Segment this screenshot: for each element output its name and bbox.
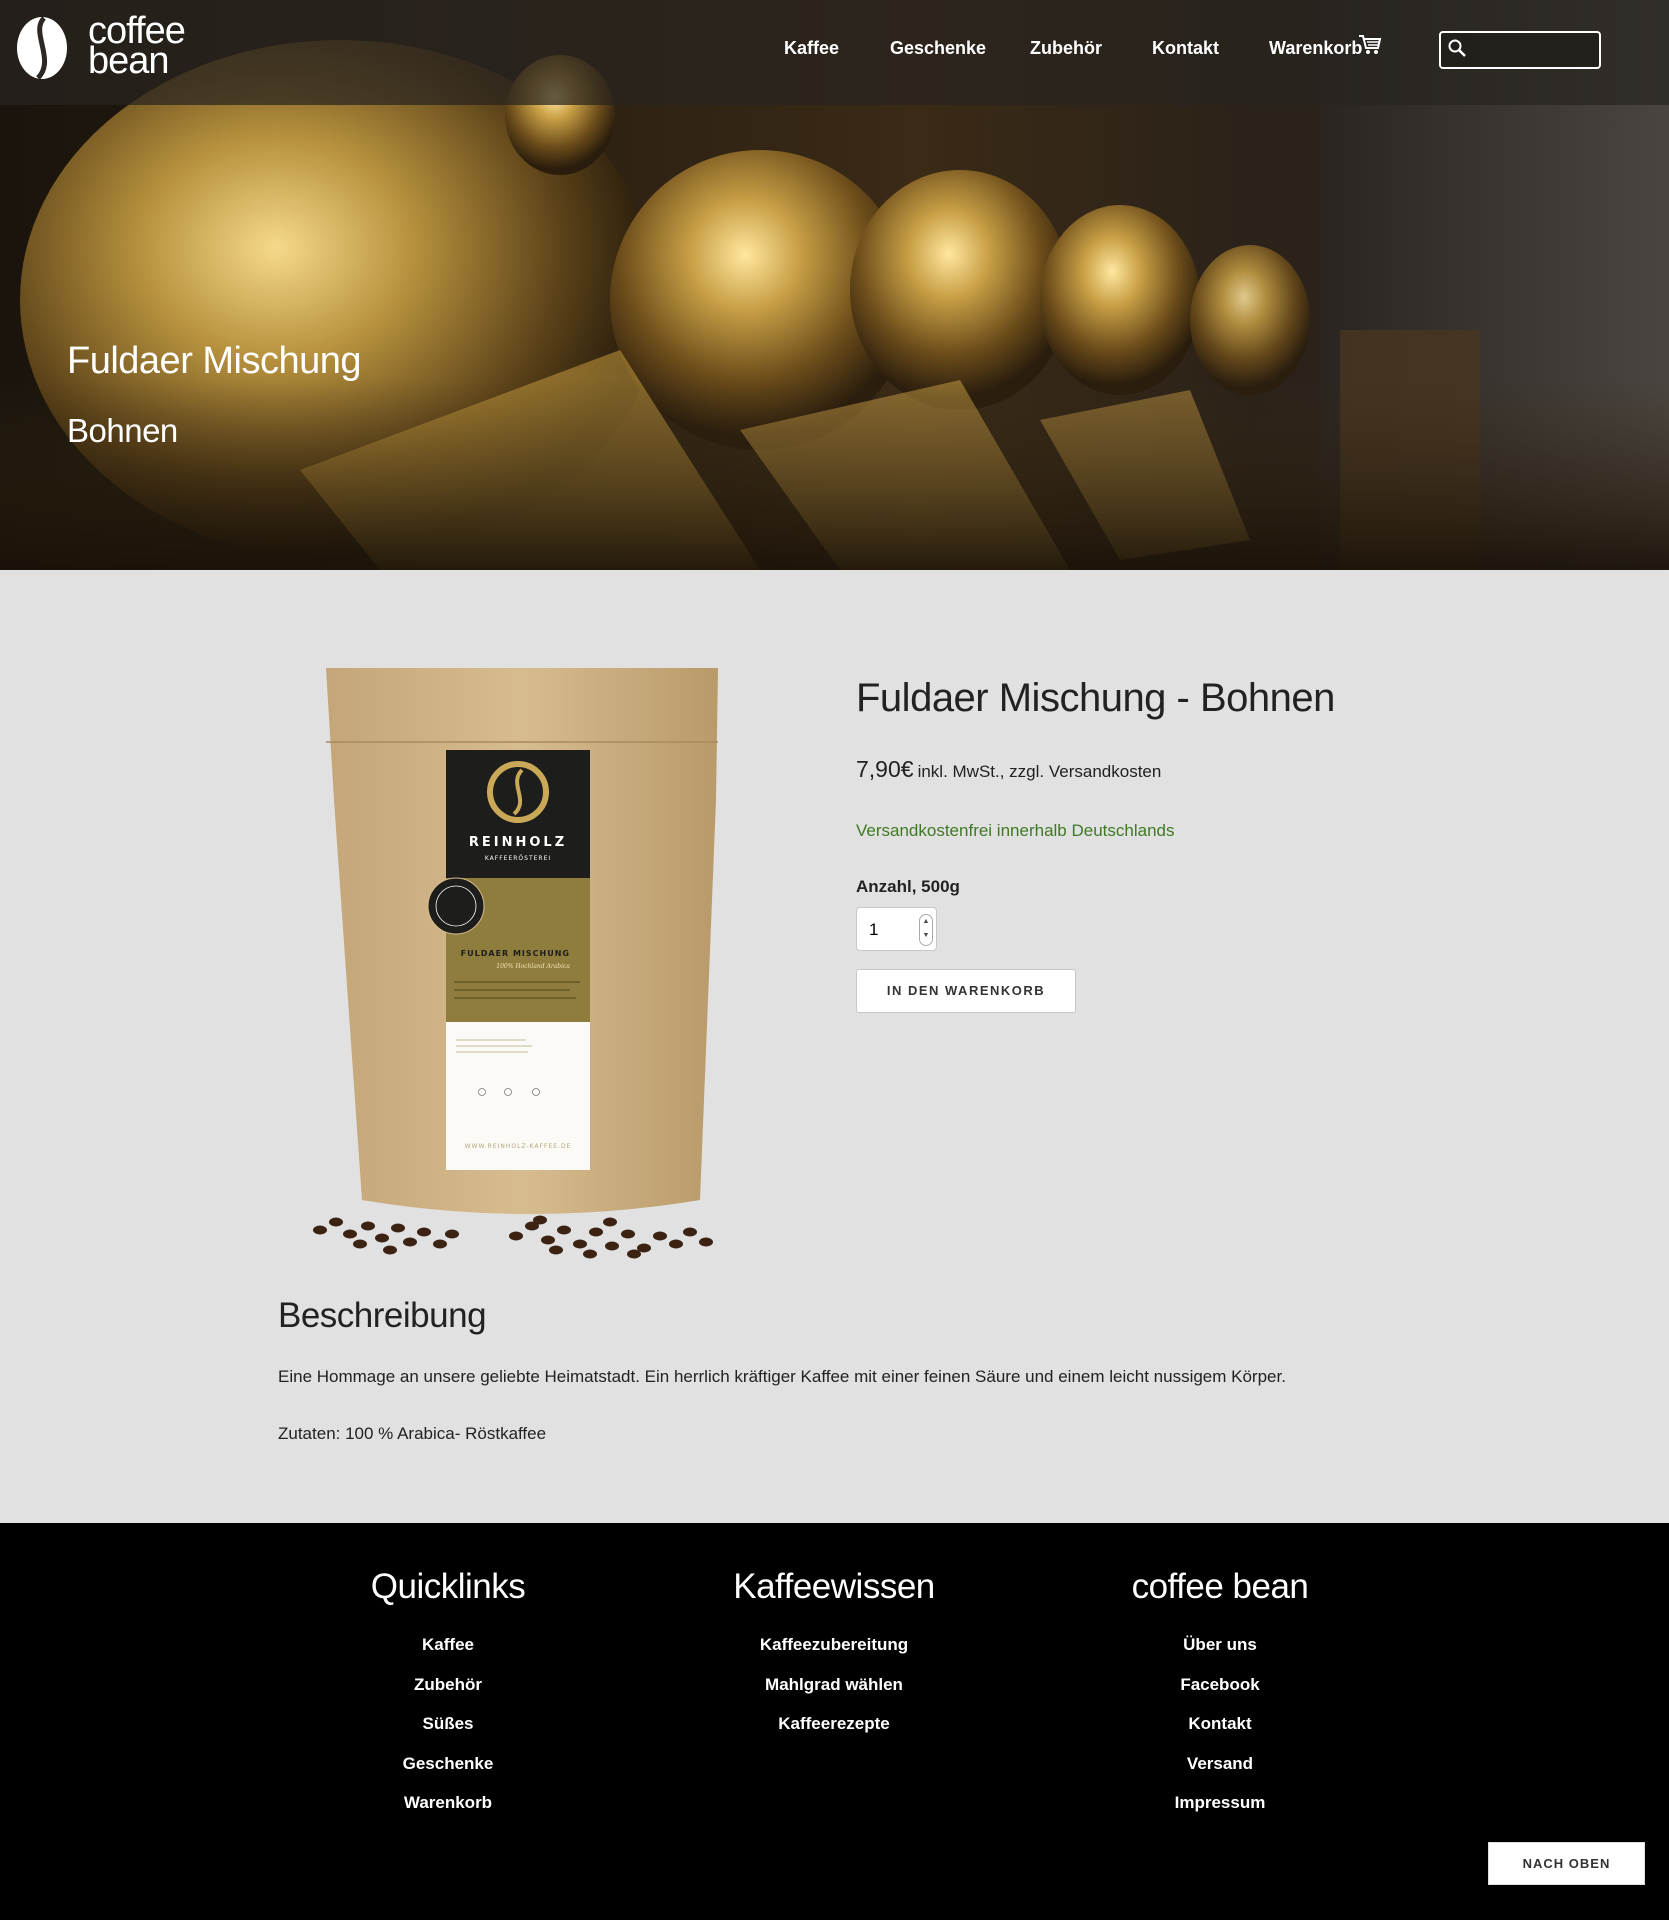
footer-col-quicklinks: Quicklinks Kaffee Zubehör Süßes Geschenk…	[288, 1567, 608, 1823]
product-price: 7,90€	[856, 756, 914, 782]
ingredients-text: Zutaten: 100 % Arabica- Röstkaffee	[278, 1424, 547, 1443]
search-input[interactable]	[1471, 39, 1595, 63]
coffee-bean-logo-icon	[17, 16, 67, 80]
footer-link-versand[interactable]: Versand	[1060, 1744, 1380, 1784]
footer-link-warenkorb[interactable]: Warenkorb	[288, 1783, 608, 1823]
nav-kontakt[interactable]: Kontakt	[1152, 38, 1219, 59]
search-box[interactable]	[1439, 31, 1601, 69]
footer-link-geschenke[interactable]: Geschenke	[288, 1744, 608, 1784]
footer-link-facebook[interactable]: Facebook	[1060, 1665, 1380, 1705]
footer-heading-coffee-bean: coffee bean	[1131, 1567, 1309, 1606]
description-text: Eine Hommage an unsere geliebte Heimatst…	[278, 1367, 1286, 1386]
footer: Quicklinks Kaffee Zubehör Süßes Geschenk…	[0, 1523, 1669, 1920]
footer-link-mahlgrad[interactable]: Mahlgrad wählen	[674, 1665, 994, 1705]
hero-subtitle: Bohnen	[67, 412, 178, 449]
bag-label-title: FULDAER MISCHUNG	[461, 949, 570, 958]
product-title: Fuldaer Mischung - Bohnen	[856, 676, 1335, 720]
nav-zubehoer[interactable]: Zubehör	[1030, 38, 1102, 59]
footer-link-impressum[interactable]: Impressum	[1060, 1783, 1380, 1823]
free-shipping-notice: Versandkostenfrei innerhalb Deutschlands	[856, 821, 1175, 840]
back-to-top-button[interactable]: NACH OBEN	[1488, 1842, 1645, 1885]
footer-col-kaffeewissen: Kaffeewissen Kaffeezubereitung Mahlgrad …	[674, 1567, 994, 1744]
footer-heading-quicklinks: Quicklinks	[370, 1567, 526, 1606]
footer-heading-kaffeewissen: Kaffeewissen	[733, 1567, 935, 1606]
footer-link-kaffee[interactable]: Kaffee	[288, 1625, 608, 1665]
hero-banner: coffee bean Kaffee Geschenke Zubehör Kon…	[0, 0, 1669, 570]
quantity-stepper[interactable]: ▲▼	[856, 907, 937, 951]
quantity-label: Anzahl, 500g	[856, 877, 960, 896]
nav-warenkorb[interactable]: Warenkorb	[1269, 38, 1362, 59]
footer-link-kaffeezubereitung[interactable]: Kaffeezubereitung	[674, 1625, 994, 1665]
footer-link-kaffeerezepte[interactable]: Kaffeerezepte	[674, 1704, 994, 1744]
description-heading: Beschreibung	[278, 1296, 487, 1335]
bag-website-text: WWW.REINHOLZ-KAFFEE.DE	[465, 1143, 572, 1150]
nav-kaffee[interactable]: Kaffee	[784, 38, 839, 59]
quantity-spinner[interactable]: ▲ ▼	[919, 914, 933, 946]
price-line: 7,90€ inkl. MwSt., zzgl. Versandkosten	[856, 756, 1161, 783]
footer-link-kontakt[interactable]: Kontakt	[1060, 1704, 1380, 1744]
footer-col-coffee-bean: coffee bean Über uns Facebook Kontakt Ve…	[1060, 1567, 1380, 1823]
hero-title: Fuldaer Mischung	[67, 340, 362, 382]
search-icon[interactable]	[1447, 38, 1467, 58]
logo-wordmark: coffee bean	[88, 12, 186, 80]
footer-link-suesses[interactable]: Süßes	[288, 1704, 608, 1744]
footer-link-ueber-uns[interactable]: Über uns	[1060, 1625, 1380, 1665]
price-note: inkl. MwSt., zzgl. Versandkosten	[917, 762, 1162, 781]
quantity-input[interactable]	[869, 918, 919, 942]
add-to-cart-button[interactable]: IN DEN WARENKORB	[856, 969, 1076, 1013]
bag-brand-subtext: KAFFEERÖSTEREI	[485, 855, 551, 862]
site-logo[interactable]: coffee bean	[14, 10, 194, 82]
footer-link-zubehoer[interactable]: Zubehör	[288, 1665, 608, 1705]
shopping-cart-icon[interactable]	[1358, 34, 1382, 56]
product-image: REINHOLZ KAFFEERÖSTEREI FULDAER MISCHUNG…	[313, 668, 718, 1259]
nav-geschenke[interactable]: Geschenke	[890, 38, 986, 59]
bag-label-subtitle: 100% Hochland Arabica	[496, 963, 570, 970]
bag-brand-text: REINHOLZ	[469, 835, 567, 850]
